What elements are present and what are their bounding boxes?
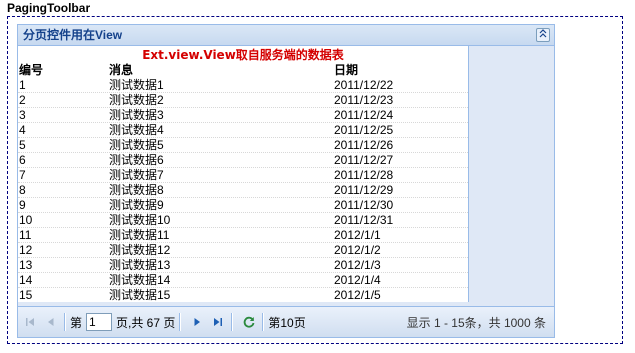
cell-date: 2011/12/31 bbox=[334, 213, 394, 227]
table-row: 3 测试数据3 2011/12/24 bbox=[18, 108, 468, 123]
cell-date: 2011/12/27 bbox=[334, 153, 394, 167]
cell-message: 测试数据7 bbox=[109, 168, 164, 182]
page-total-label: 页,共 67 页 bbox=[116, 315, 176, 330]
cell-date: 2011/12/25 bbox=[334, 123, 394, 137]
table-row: 5 测试数据5 2011/12/26 bbox=[18, 138, 468, 153]
cell-message: 测试数据12 bbox=[109, 243, 171, 257]
cell-date: 2011/12/26 bbox=[334, 138, 394, 152]
table-row: 12 测试数据12 2012/1/2 bbox=[18, 243, 468, 258]
display-info: 显示 1 - 15条，共 1000 条 bbox=[406, 315, 546, 330]
cell-id: 2 bbox=[19, 93, 26, 107]
table-header: 编号 消息 日期 bbox=[18, 63, 468, 78]
table-row: 9 测试数据9 2011/12/30 bbox=[18, 198, 468, 213]
data-view: Ext.view.View取自服务端的数据表 编号 消息 日期 1 测试数据1 20… bbox=[18, 46, 469, 302]
column-header-message: 消息 bbox=[109, 63, 134, 77]
table-row: 15 测试数据15 2012/1/5 bbox=[18, 288, 468, 302]
table-row: 11 测试数据11 2012/1/1 bbox=[18, 228, 468, 243]
toolbar-separator bbox=[64, 313, 66, 331]
cell-id: 7 bbox=[19, 168, 26, 182]
current-page-label: 第10页 bbox=[268, 315, 306, 330]
cell-message: 测试数据2 bbox=[109, 93, 164, 107]
outer-frame: 分页控件用在View Ext.view.View取自服务端的数据表 编号 消息 … bbox=[7, 16, 623, 344]
page-number-input[interactable] bbox=[86, 313, 113, 331]
cell-id: 11 bbox=[19, 228, 32, 242]
cell-message: 测试数据5 bbox=[109, 138, 164, 152]
cell-message: 测试数据13 bbox=[109, 258, 171, 272]
toolbar-separator bbox=[231, 313, 234, 331]
cell-date: 2011/12/29 bbox=[334, 183, 394, 197]
cell-id: 4 bbox=[19, 123, 26, 137]
view-panel: 分页控件用在View Ext.view.View取自服务端的数据表 编号 消息 … bbox=[17, 24, 555, 338]
cell-id: 3 bbox=[19, 108, 26, 122]
cell-id: 14 bbox=[19, 273, 33, 287]
page-heading: PagingToolbar bbox=[7, 1, 91, 15]
cell-id: 9 bbox=[19, 198, 26, 212]
cell-message: 测试数据4 bbox=[109, 123, 164, 137]
cell-id: 1 bbox=[19, 78, 26, 92]
cell-date: 2012/1/5 bbox=[334, 288, 381, 302]
table-row: 10 测试数据10 2011/12/31 bbox=[18, 213, 468, 228]
next-page-icon[interactable] bbox=[188, 313, 206, 331]
cell-id: 15 bbox=[19, 288, 33, 302]
refresh-icon[interactable] bbox=[240, 313, 258, 331]
cell-id: 6 bbox=[19, 153, 26, 167]
cell-id: 8 bbox=[19, 183, 26, 197]
column-header-id: 编号 bbox=[19, 63, 44, 77]
cell-date: 2012/1/1 bbox=[334, 228, 381, 242]
table-row: 8 测试数据8 2011/12/29 bbox=[18, 183, 468, 198]
toolbar-separator bbox=[179, 313, 182, 331]
cell-message: 测试数据11 bbox=[109, 228, 170, 242]
cell-id: 10 bbox=[19, 213, 33, 227]
cell-message: 测试数据14 bbox=[109, 273, 171, 287]
cell-message: 测试数据15 bbox=[109, 288, 171, 302]
first-page-icon[interactable] bbox=[21, 313, 39, 331]
table-row: 7 测试数据7 2011/12/28 bbox=[18, 168, 468, 183]
toolbar-separator bbox=[262, 313, 265, 331]
table-row: 14 测试数据14 2012/1/4 bbox=[18, 273, 468, 288]
cell-date: 2011/12/28 bbox=[334, 168, 394, 182]
previous-page-icon[interactable] bbox=[42, 313, 60, 331]
table-body: 1 测试数据1 2011/12/22 2 测试数据2 2011/12/23 3 测试数据3 20… bbox=[18, 78, 468, 302]
cell-date: 2012/1/2 bbox=[334, 243, 381, 257]
column-header-date: 日期 bbox=[334, 63, 359, 77]
cell-date: 2011/12/24 bbox=[334, 108, 394, 122]
cell-id: 5 bbox=[19, 138, 26, 152]
cell-date: 2011/12/23 bbox=[334, 93, 394, 107]
cell-id: 12 bbox=[19, 243, 33, 257]
cell-message: 测试数据8 bbox=[109, 183, 164, 197]
last-page-icon[interactable] bbox=[209, 313, 227, 331]
cell-message: 测试数据10 bbox=[109, 213, 171, 227]
cell-date: 2012/1/3 bbox=[334, 258, 381, 272]
paging-toolbar: 第 页,共 67 页 第10页 显示 1 - 15条，共 1000 条 bbox=[18, 306, 554, 337]
page-label: 第 bbox=[70, 315, 83, 330]
table-row: 1 测试数据1 2011/12/22 bbox=[18, 78, 468, 93]
table-row: 4 测试数据4 2011/12/25 bbox=[18, 123, 468, 138]
cell-id: 13 bbox=[19, 258, 33, 272]
table-row: 13 测试数据13 2012/1/3 bbox=[18, 258, 468, 273]
double-chevron-up-icon[interactable] bbox=[536, 28, 550, 42]
view-title: Ext.view.View取自服务端的数据表 bbox=[142, 48, 344, 62]
cell-message: 测试数据3 bbox=[109, 108, 164, 122]
cell-message: 测试数据9 bbox=[109, 198, 164, 212]
panel-header: 分页控件用在View bbox=[18, 25, 554, 46]
cell-message: 测试数据1 bbox=[109, 78, 164, 92]
table-row: 2 测试数据2 2011/12/23 bbox=[18, 93, 468, 108]
table-row: 6 测试数据6 2011/12/27 bbox=[18, 153, 468, 168]
cell-date: 2012/1/4 bbox=[334, 273, 381, 287]
panel-title: 分页控件用在View bbox=[23, 28, 123, 42]
cell-date: 2011/12/22 bbox=[334, 78, 394, 92]
cell-message: 测试数据6 bbox=[109, 153, 164, 167]
cell-date: 2011/12/30 bbox=[334, 198, 394, 212]
